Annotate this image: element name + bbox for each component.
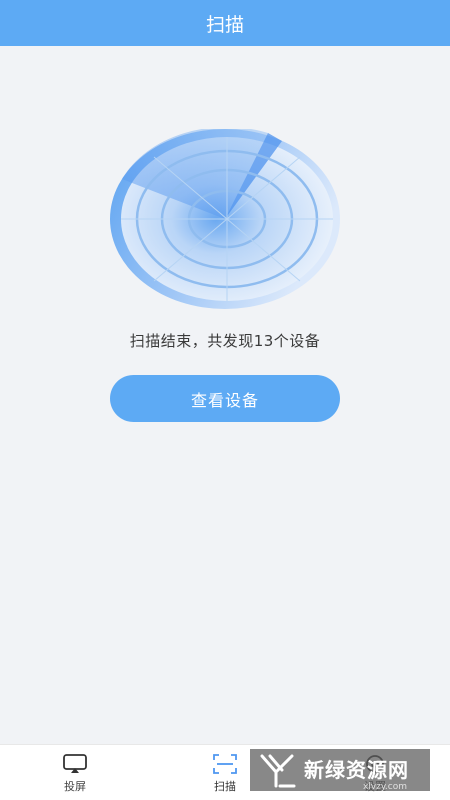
radar-graphic [110,129,340,309]
watermark-title: 新绿资源网 [304,758,409,782]
watermark-logo-icon [260,754,296,788]
watermark: 新绿资源网 xlvzy.com [250,749,430,792]
page-title: 扫描 [205,13,244,36]
tab-screen-cast[interactable]: 投屏 [0,745,150,800]
tab-screen-cast-label: 投屏 [64,779,86,793]
view-devices-button[interactable]: 查看设备 [110,375,340,422]
scan-screen: 扫描 扫描结束，共发现13个设备 查看设备 投屏 扫描 新绿资源网 xlvzy.… [0,0,450,800]
watermark-text: 新绿资源网 xlvzy.com [304,758,409,792]
scan-status-text: 扫描结束，共发现13个设备 [129,332,321,350]
scan-icon [213,753,237,774]
tab-scan-label: 扫描 [214,779,236,793]
title-bar: 扫描 [0,0,450,46]
watermark-subtext: xlvzy.com [362,782,407,792]
screen-cast-icon [63,753,87,773]
